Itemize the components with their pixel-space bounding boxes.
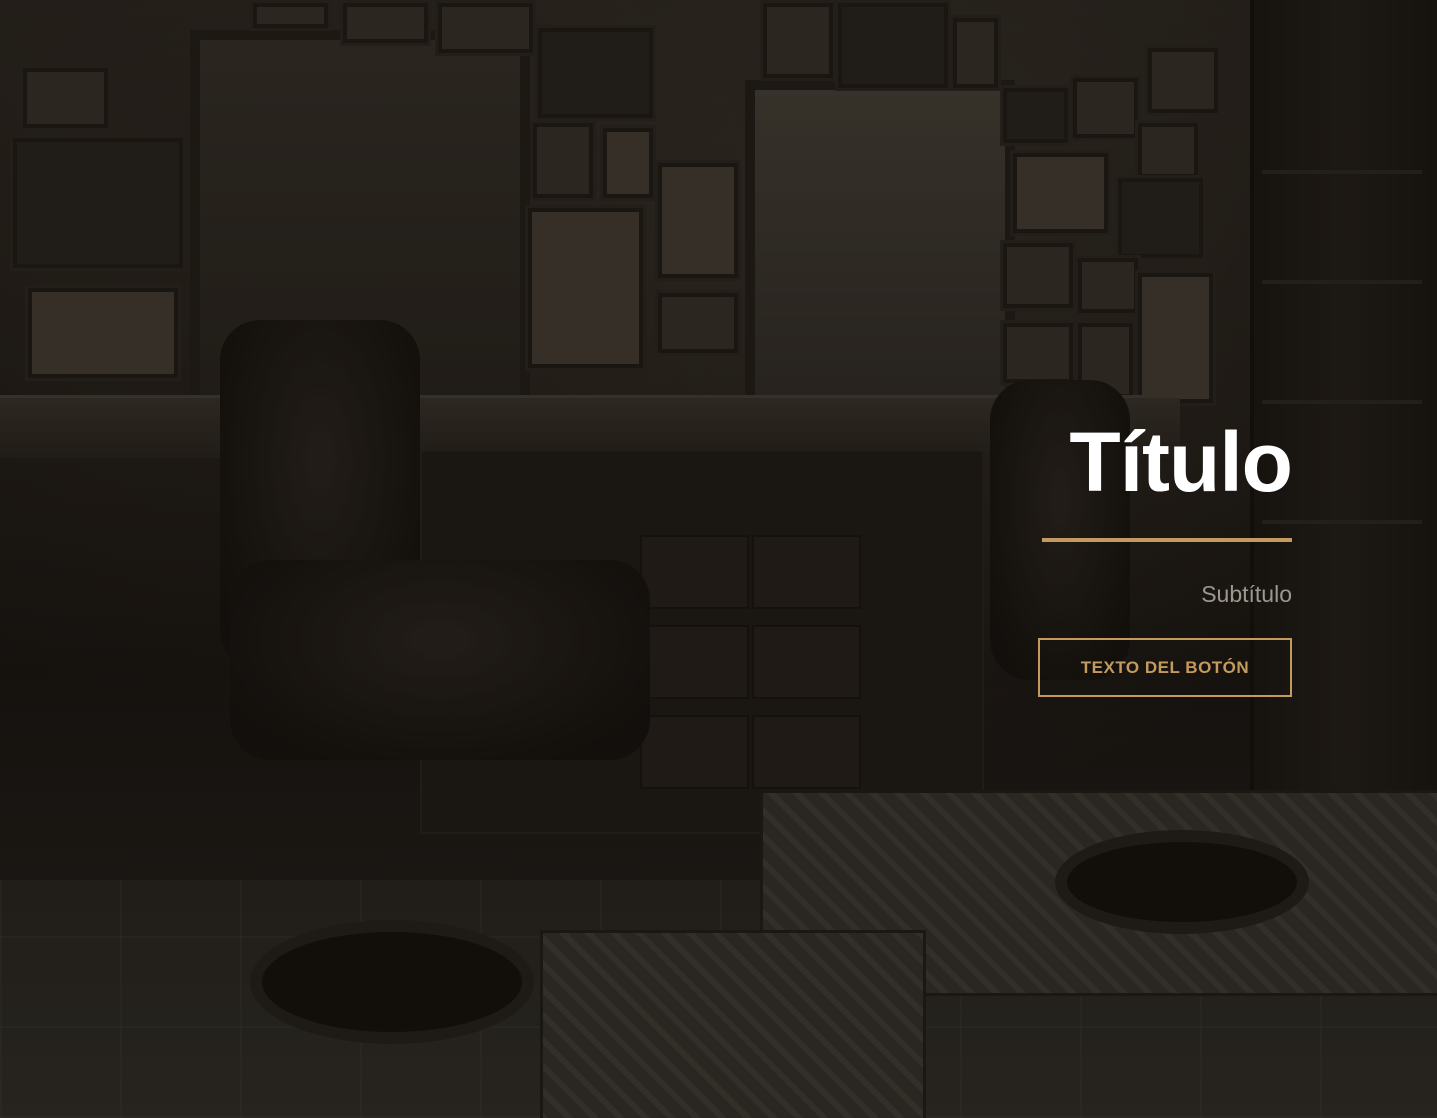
hero-subtitle: Subtítulo	[1201, 581, 1292, 607]
cta-button[interactable]: TEXTO DEL BOTÓN	[1038, 638, 1292, 697]
hero-section: Título Subtítulo TEXTO DEL BOTÓN	[0, 0, 1437, 1118]
hero-content: Título Subtítulo TEXTO DEL BOTÓN	[872, 415, 1293, 697]
title-divider	[1042, 538, 1292, 542]
hero-title: Título	[1069, 415, 1293, 509]
